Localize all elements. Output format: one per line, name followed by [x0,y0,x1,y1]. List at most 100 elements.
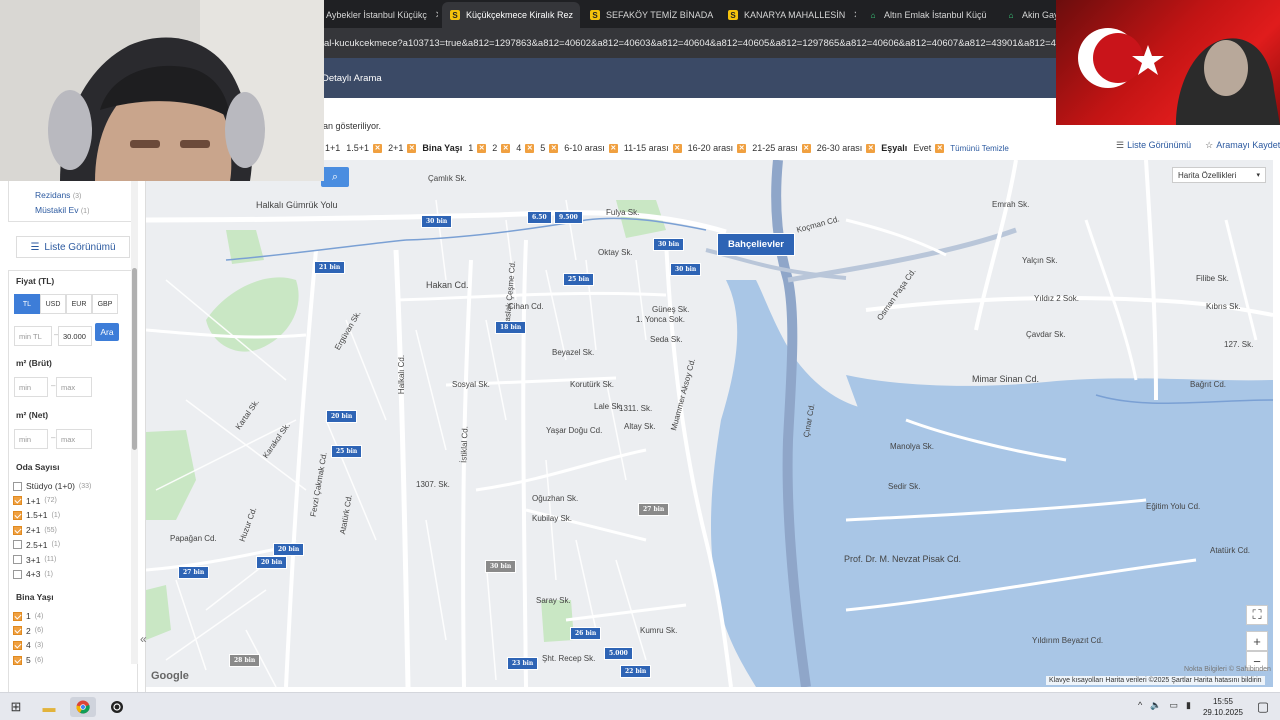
browser-tab[interactable]: ⌂ Altın Emlak İstanbul Küçü ✕ [860,2,994,28]
price-min-input[interactable]: min TL [14,326,52,346]
map-search-button[interactable]: ⌕ [321,167,349,187]
price-pin[interactable]: 28 bin [229,654,261,667]
remove-filter-icon[interactable]: ✕ [801,143,811,153]
browser-tab[interactable]: Aybekler İstanbul Küçükç ✕ [318,2,438,28]
filter-chip[interactable]: 4 ✕ [516,143,535,153]
currency-tl[interactable]: TL [14,294,40,314]
price-pin[interactable]: 20 bin [256,556,288,569]
type-item-mustakil[interactable]: Müstakil Ev (1) [35,205,89,215]
rooms-option[interactable]: 2.5+1 (1) [13,540,60,550]
windows-start-icon[interactable]: ⊞ [3,697,29,717]
type-item-rezidans[interactable]: Rezidans (3) [35,190,81,200]
remove-filter-icon[interactable]: ✕ [525,143,535,153]
map-area[interactable]: Çamlık Sk. Halkalı Gümrük Yolu Hakan Cd.… [146,160,1273,687]
detailed-search-link[interactable]: Detaylı Arama [322,73,382,84]
checkbox-icon[interactable] [13,555,22,564]
ages-option[interactable]: 4 (3) [13,640,43,650]
price-pin[interactable]: 30 bin [653,238,685,251]
filter-chip[interactable]: 1.5+1 ✕ [346,143,383,153]
checkbox-icon[interactable] [13,569,22,579]
filter-chip[interactable]: Evet ✕ [913,143,945,153]
price-pin[interactable]: 27 bin [178,566,210,579]
price-pin[interactable]: 26 bin [570,627,602,640]
remove-filter-icon[interactable]: ✕ [477,143,487,153]
filter-chip[interactable]: 16-20 arası ✕ [688,143,747,153]
recording-app-icon[interactable] [104,697,130,717]
currency-eur[interactable]: EUR [66,294,92,314]
clear-all-filters-link[interactable]: Tümünü Temizle [950,144,1009,153]
price-pin[interactable]: 20 bin [273,543,305,556]
chevron-up-icon[interactable]: ^ [1138,700,1142,711]
filter-chip[interactable]: 11-15 arası ✕ [624,143,682,153]
rooms-option[interactable]: 4+3 (1) [13,569,53,579]
price-pin[interactable]: 6.50 [527,211,552,224]
remove-filter-icon[interactable]: ✕ [866,143,876,153]
ages-option[interactable]: 2 (6) [13,626,43,636]
ages-option[interactable]: 5 (6) [13,655,43,665]
speaker-icon[interactable]: 🔈 [1150,700,1161,711]
remove-filter-icon[interactable]: ✕ [935,143,945,153]
zoom-in-button[interactable]: + [1246,631,1268,651]
browser-tab[interactable]: S KANARYA MAHALLESİN ✕ [720,2,856,28]
filter-chip[interactable]: 6-10 arası ✕ [564,143,618,153]
chrome-icon[interactable] [70,697,96,717]
browser-tab-active[interactable]: S Küçükçekmece Kiralık Rez ✕ [442,2,580,28]
price-pin[interactable]: 22 bin [620,665,652,678]
rooms-option[interactable]: 1.5+1 (1) [13,510,60,520]
checkbox-icon[interactable] [13,655,22,665]
price-pin[interactable]: 9.500 [554,211,583,224]
price-pin[interactable]: 30 bin [670,263,702,276]
filter-chip[interactable]: 2+1 ✕ [388,143,417,153]
m2-net-max-input[interactable]: max [56,429,92,449]
checkbox-icon[interactable] [13,525,22,535]
price-pin[interactable]: 21 bin [314,261,346,274]
rooms-option[interactable]: Stüdyo (1+0) (33) [13,481,91,491]
filter-chip[interactable]: 21-25 arası ✕ [752,143,811,153]
m2-net-min-input[interactable]: min [14,429,48,449]
taskbar-clock[interactable]: 15:55 29.10.2025 [1200,696,1246,718]
close-icon[interactable]: ✕ [853,10,856,21]
price-pin[interactable]: 5.000 [604,647,633,660]
rooms-option[interactable]: 3+1 (11) [13,555,56,565]
remove-filter-icon[interactable]: ✕ [608,143,618,153]
rooms-option[interactable]: 1+1 (72) [13,496,57,506]
currency-gbp[interactable]: GBP [92,294,118,314]
rooms-option[interactable]: 2+1 (55) [13,525,57,535]
district-popup[interactable]: Bahçelievler [717,233,795,256]
checkbox-icon[interactable] [13,640,22,650]
checkbox-icon[interactable] [13,510,22,520]
price-pin[interactable]: 23 bin [507,657,539,670]
map-features-dropdown[interactable]: Harita Özellikleri ▾ [1172,167,1266,183]
fullscreen-button[interactable]: ⛶ [1246,605,1268,625]
price-search-button[interactable]: Ara [95,323,119,341]
file-explorer-icon[interactable]: ▬ [36,697,62,717]
checkbox-icon[interactable] [13,540,22,550]
browser-tab[interactable]: S SEFAKÖY TEMİZ BİNADA ✕ [582,2,718,28]
price-pin[interactable]: 25 bin [331,445,363,458]
price-pin[interactable]: 27 bin [638,503,670,516]
checkbox-icon[interactable] [13,481,22,491]
save-search-link[interactable]: ☆ Aramayı Kaydet [1205,140,1280,151]
price-max-input[interactable]: 30.000 [58,326,92,346]
m2-brut-min-input[interactable]: min [14,377,48,397]
network-icon[interactable]: ▭ [1169,700,1178,711]
remove-filter-icon[interactable]: ✕ [549,143,559,153]
price-pin[interactable]: 25 bin [563,273,595,286]
checkbox-icon[interactable] [13,496,22,506]
battery-icon[interactable]: ▮ [1186,700,1191,711]
list-view-button[interactable]: ☰ Liste Görünümü [16,236,130,258]
remove-filter-icon[interactable]: ✕ [407,143,417,153]
checkbox-icon[interactable] [13,626,22,636]
price-pin[interactable]: 30 bin [421,215,453,228]
price-pin[interactable]: 20 bin [326,410,358,423]
map-footer-links[interactable]: Klavye kısayolları Harita verileri ©2025… [1046,676,1265,685]
filter-chip[interactable]: 26-30 arası ✕ [817,143,876,153]
m2-brut-max-input[interactable]: max [56,377,92,397]
close-icon[interactable]: ✕ [435,10,438,21]
filter-chip[interactable]: 5 ✕ [540,143,559,153]
price-pin[interactable]: 18 bin [495,321,527,334]
collapse-sidebar-icon[interactable]: « [140,632,147,646]
sidebar-scroll-thumb[interactable] [132,268,137,450]
list-view-link[interactable]: ☰ Liste Görünümü [1116,140,1191,151]
filter-chip[interactable]: 1 ✕ [468,143,487,153]
